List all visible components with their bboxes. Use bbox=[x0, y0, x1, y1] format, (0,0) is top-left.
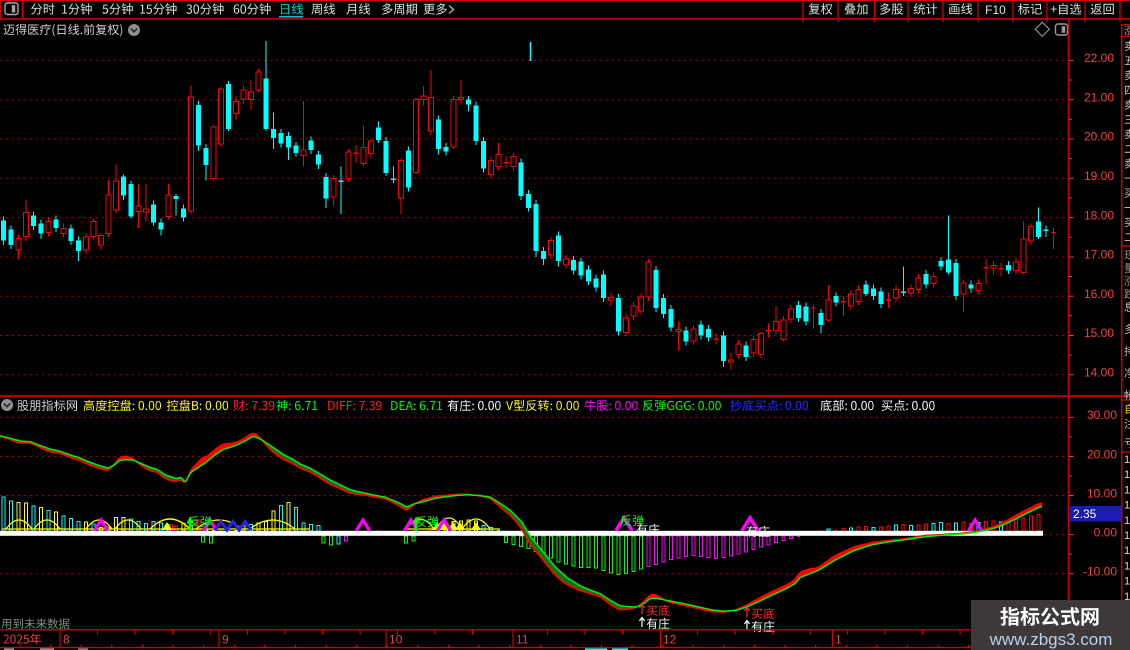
svg-text:30.00: 30.00 bbox=[1087, 408, 1117, 422]
svg-text:19.00: 19.00 bbox=[1084, 169, 1114, 183]
svg-text:1: 1 bbox=[1124, 454, 1130, 466]
svg-text:20.00: 20.00 bbox=[1087, 447, 1117, 461]
svg-text:20.00: 20.00 bbox=[1084, 130, 1114, 144]
svg-text:11: 11 bbox=[516, 633, 529, 647]
svg-text:15.00: 15.00 bbox=[1084, 326, 1114, 340]
svg-text:1: 1 bbox=[1124, 469, 1130, 481]
svg-text:www.zbgs3.com: www.zbgs3.com bbox=[989, 630, 1113, 649]
svg-text:12: 12 bbox=[663, 633, 677, 647]
svg-text:0.00: 0.00 bbox=[1094, 525, 1118, 539]
svg-text:10.00: 10.00 bbox=[1087, 486, 1117, 500]
svg-text:17.00: 17.00 bbox=[1084, 248, 1114, 262]
svg-text:1: 1 bbox=[1124, 560, 1130, 572]
svg-text:22.00: 22.00 bbox=[1084, 51, 1114, 65]
svg-text:9: 9 bbox=[222, 633, 229, 647]
svg-text:8: 8 bbox=[63, 633, 70, 647]
svg-text:1: 1 bbox=[1124, 500, 1130, 512]
svg-text:-10.00: -10.00 bbox=[1083, 564, 1117, 578]
svg-text:14.00: 14.00 bbox=[1084, 366, 1114, 380]
svg-text:1: 1 bbox=[835, 633, 842, 647]
svg-text:10: 10 bbox=[389, 633, 403, 647]
svg-text:F10: F10 bbox=[985, 3, 1006, 17]
svg-text:1: 1 bbox=[1124, 576, 1130, 588]
svg-text:1: 1 bbox=[1124, 530, 1130, 542]
svg-text:18.00: 18.00 bbox=[1084, 208, 1114, 222]
svg-text:2.35: 2.35 bbox=[1073, 507, 1097, 521]
svg-text:1: 1 bbox=[1124, 484, 1130, 496]
svg-text:16.00: 16.00 bbox=[1084, 287, 1114, 301]
svg-text:1: 1 bbox=[1124, 545, 1130, 557]
svg-text:1: 1 bbox=[1124, 515, 1130, 527]
svg-text:21.00: 21.00 bbox=[1084, 90, 1114, 104]
